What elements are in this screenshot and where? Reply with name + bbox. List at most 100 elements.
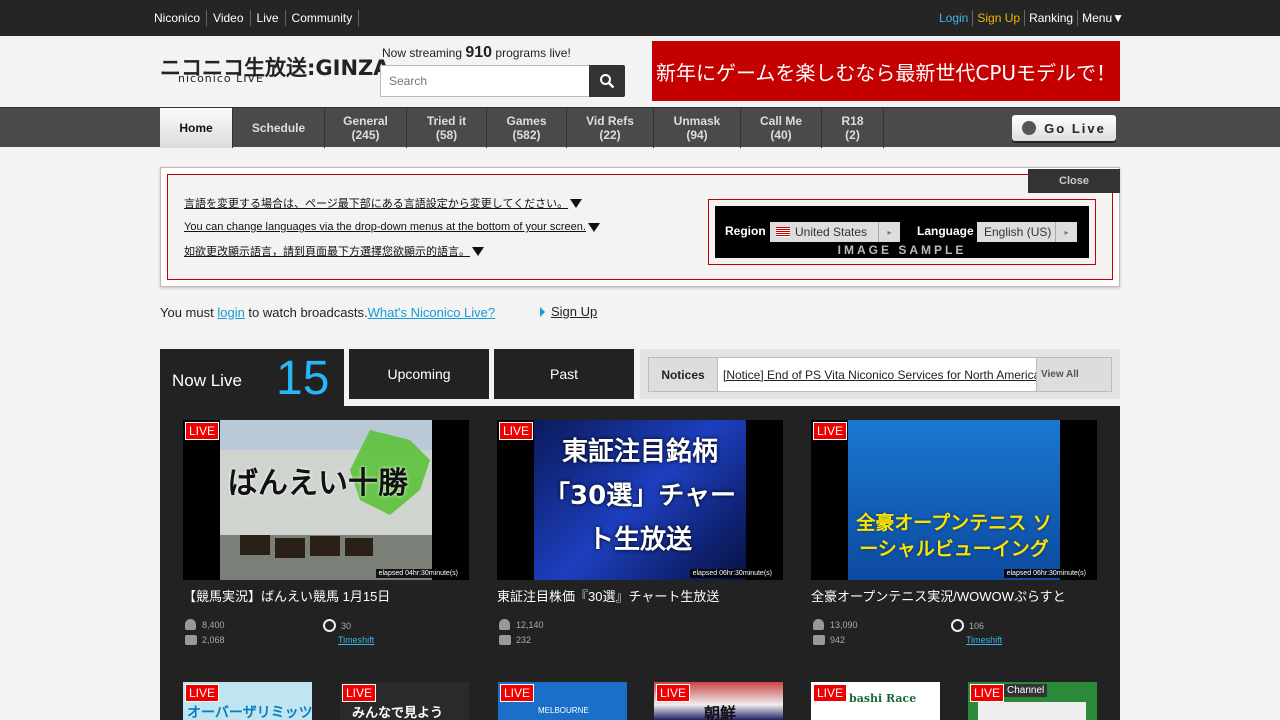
whats-niconico-link[interactable]: What's Niconico Live? <box>368 305 495 320</box>
viewer-count-value: 13,090 <box>830 619 858 630</box>
small-program-card[interactable]: LIVE 朝鮮 <box>654 682 783 720</box>
live-program-grid: ばんえい十勝 LIVE elapsed 04hr:30minute(s) 【競馬… <box>160 406 1120 720</box>
live-badge: LIVE <box>970 684 1005 702</box>
program-thumbnail[interactable]: ばんえい十勝 LIVE elapsed 04hr:30minute(s) <box>183 420 469 580</box>
viewer-count: 12,140 <box>499 619 544 630</box>
now-live-count: 15 <box>276 352 330 405</box>
program-title[interactable]: 東証注目株価『30選』チャート生放送 <box>497 586 783 605</box>
small-program-card[interactable]: LIVE Channel <box>968 682 1097 720</box>
live-program-card[interactable]: 東証注目銘柄「30選」チャート生放送 LIVE elapsed 06hr:30m… <box>497 420 783 659</box>
program-thumbnail[interactable]: 全豪オープンテニス ソーシャルビューイング LIVE elapsed 06hr:… <box>811 420 1097 580</box>
tab-schedule[interactable]: Schedule <box>233 108 325 148</box>
nav-community-link[interactable]: Community <box>286 10 360 26</box>
clock-icon <box>951 619 964 632</box>
program-title[interactable]: 【競馬実況】ばんえい競馬 1月15日 <box>183 586 469 605</box>
triangle-down-icon <box>587 222 600 232</box>
language-line-jp[interactable]: 言語を変更する場合は、ページ最下部にある言語設定から変更してください。 <box>184 195 600 211</box>
viewer-count-value: 8,400 <box>202 619 225 630</box>
live-badge: LIVE <box>500 684 535 702</box>
program-thumbnail-image: ばんえい十勝 <box>220 420 432 580</box>
language-instructions: 言語を変更する場合は、ページ最下部にある言語設定から変更してください。 You … <box>184 195 600 269</box>
close-button[interactable]: Close <box>1028 169 1120 193</box>
tab-games[interactable]: Games (582) <box>487 108 567 148</box>
tab-label: Call Me <box>759 114 802 128</box>
top-bar-right-nav: Login Sign Up Ranking Menu▼ <box>935 0 1128 36</box>
viewer-count: 8,400 <box>185 619 225 630</box>
tab-label: Tried it <box>426 114 467 128</box>
search-input[interactable] <box>381 66 589 96</box>
tab-call-me[interactable]: Call Me (40) <box>741 108 822 148</box>
tab-upcoming[interactable]: Upcoming <box>349 349 489 399</box>
small-program-card[interactable]: LIVE みんなで見よう <box>340 682 469 720</box>
search-button[interactable] <box>589 65 625 97</box>
site-logo[interactable]: ニコニコ生放送:GINZA niconico LIVE <box>160 52 390 86</box>
signup-inline-link[interactable]: Sign Up <box>540 304 597 319</box>
tab-count: (40) <box>770 128 792 142</box>
site-header: ニコニコ生放送:GINZA niconico LIVE Now streamin… <box>0 36 1280 107</box>
live-badge: LIVE <box>813 684 848 702</box>
view-all-button[interactable]: View All <box>1036 357 1112 392</box>
timeshift-link[interactable]: Timeshift <box>966 635 1002 645</box>
live-program-card[interactable]: 全豪オープンテニス ソーシャルビューイング LIVE elapsed 06hr:… <box>811 420 1097 659</box>
live-program-card[interactable]: ばんえい十勝 LIVE elapsed 04hr:30minute(s) 【競馬… <box>183 420 469 659</box>
language-line-text: 如欲更改顯示語言，請到頁面最下方選擇您欲顯示的語言。 <box>184 246 470 258</box>
tab-tried-it[interactable]: Tried it (58) <box>407 108 487 148</box>
reserve-count: 106 <box>951 619 984 632</box>
tab-count: (582) <box>512 128 541 142</box>
tab-home[interactable]: Home <box>160 108 233 148</box>
menu-dropdown[interactable]: Menu▼ <box>1077 10 1128 26</box>
streaming-count-text: Now streaming 910 programs live! <box>382 44 571 62</box>
program-stats: 8,400 2,068 30 Timeshift <box>183 619 469 659</box>
timeshift-link[interactable]: Timeshift <box>338 635 374 645</box>
language-sample-frame: Region United States ▸ Language English … <box>708 199 1096 265</box>
tab-vid-refs[interactable]: Vid Refs (22) <box>567 108 654 148</box>
comment-count-value: 2,068 <box>202 635 225 645</box>
tab-general[interactable]: General (245) <box>325 108 407 148</box>
comment-count: 232 <box>499 635 531 645</box>
arrow-right-icon <box>540 306 545 317</box>
small-card-text: MELBOURNE <box>538 706 589 715</box>
small-program-card[interactable]: LIVE MELBOURNE <box>498 682 627 720</box>
notice-link[interactable]: [Notice] End of PS Vita Niconico Service… <box>717 357 1037 392</box>
notices-bar: Notices [Notice] End of PS Vita Niconico… <box>640 349 1120 399</box>
region-select-sample: United States ▸ <box>770 222 900 242</box>
signup-link[interactable]: Sign Up <box>972 10 1024 26</box>
language-line-text: 言語を変更する場合は、ページ最下部にある言語設定から変更してください。 <box>184 198 569 210</box>
comment-icon <box>813 635 825 645</box>
comment-count-value: 232 <box>516 635 532 645</box>
nav-video-link[interactable]: Video <box>207 10 251 26</box>
streaming-suffix: programs live! <box>495 46 571 60</box>
go-live-button[interactable]: Go Live <box>1012 115 1116 141</box>
tab-count: (58) <box>435 128 458 142</box>
login-link[interactable]: Login <box>935 10 972 26</box>
tab-r18[interactable]: R18 (2) <box>822 108 884 148</box>
tab-count: (2) <box>845 128 860 142</box>
ranking-link[interactable]: Ranking <box>1024 10 1077 26</box>
login-inline-link[interactable]: login <box>217 305 244 320</box>
tab-now-live[interactable]: Now Live 15 <box>160 349 344 406</box>
person-icon <box>499 619 510 630</box>
language-line-zh[interactable]: 如欲更改顯示語言，請到頁面最下方選擇您欲顯示的語言。 <box>184 243 600 259</box>
program-thumbnail[interactable]: 東証注目銘柄「30選」チャート生放送 LIVE elapsed 06hr:30m… <box>497 420 783 580</box>
triangle-down-icon <box>570 198 583 208</box>
ad-banner[interactable]: 新年にゲームを楽しむなら最新世代CPUモデルで！ <box>652 41 1120 101</box>
small-program-card[interactable]: LIVE bashi Race <box>811 682 940 720</box>
notices-label: Notices <box>648 357 718 392</box>
small-card-text: 朝鮮 <box>704 706 737 720</box>
program-title[interactable]: 全豪オープンテニス実況/WOWOWぷらすと <box>811 586 1097 605</box>
tab-past[interactable]: Past <box>494 349 634 399</box>
language-line-en[interactable]: You can change languages via the drop-do… <box>184 221 600 233</box>
nav-live-link[interactable]: Live <box>251 10 286 26</box>
channel-badge: Channel <box>1004 684 1048 697</box>
broadcast-icon <box>1022 121 1037 135</box>
small-card-image <box>978 702 1086 720</box>
small-program-card[interactable]: LIVE オーバーザリミッツ <box>183 682 312 720</box>
streaming-count: 910 <box>465 44 493 61</box>
viewer-count-value: 12,140 <box>516 619 544 630</box>
live-badge: LIVE <box>499 422 534 440</box>
tab-unmask[interactable]: Unmask (94) <box>654 108 741 148</box>
live-badge: LIVE <box>185 684 220 702</box>
small-card-text: オーバーザリミッツ <box>187 704 312 720</box>
nav-niconico-link[interactable]: Niconico <box>148 10 208 26</box>
triangle-down-icon <box>472 246 484 256</box>
